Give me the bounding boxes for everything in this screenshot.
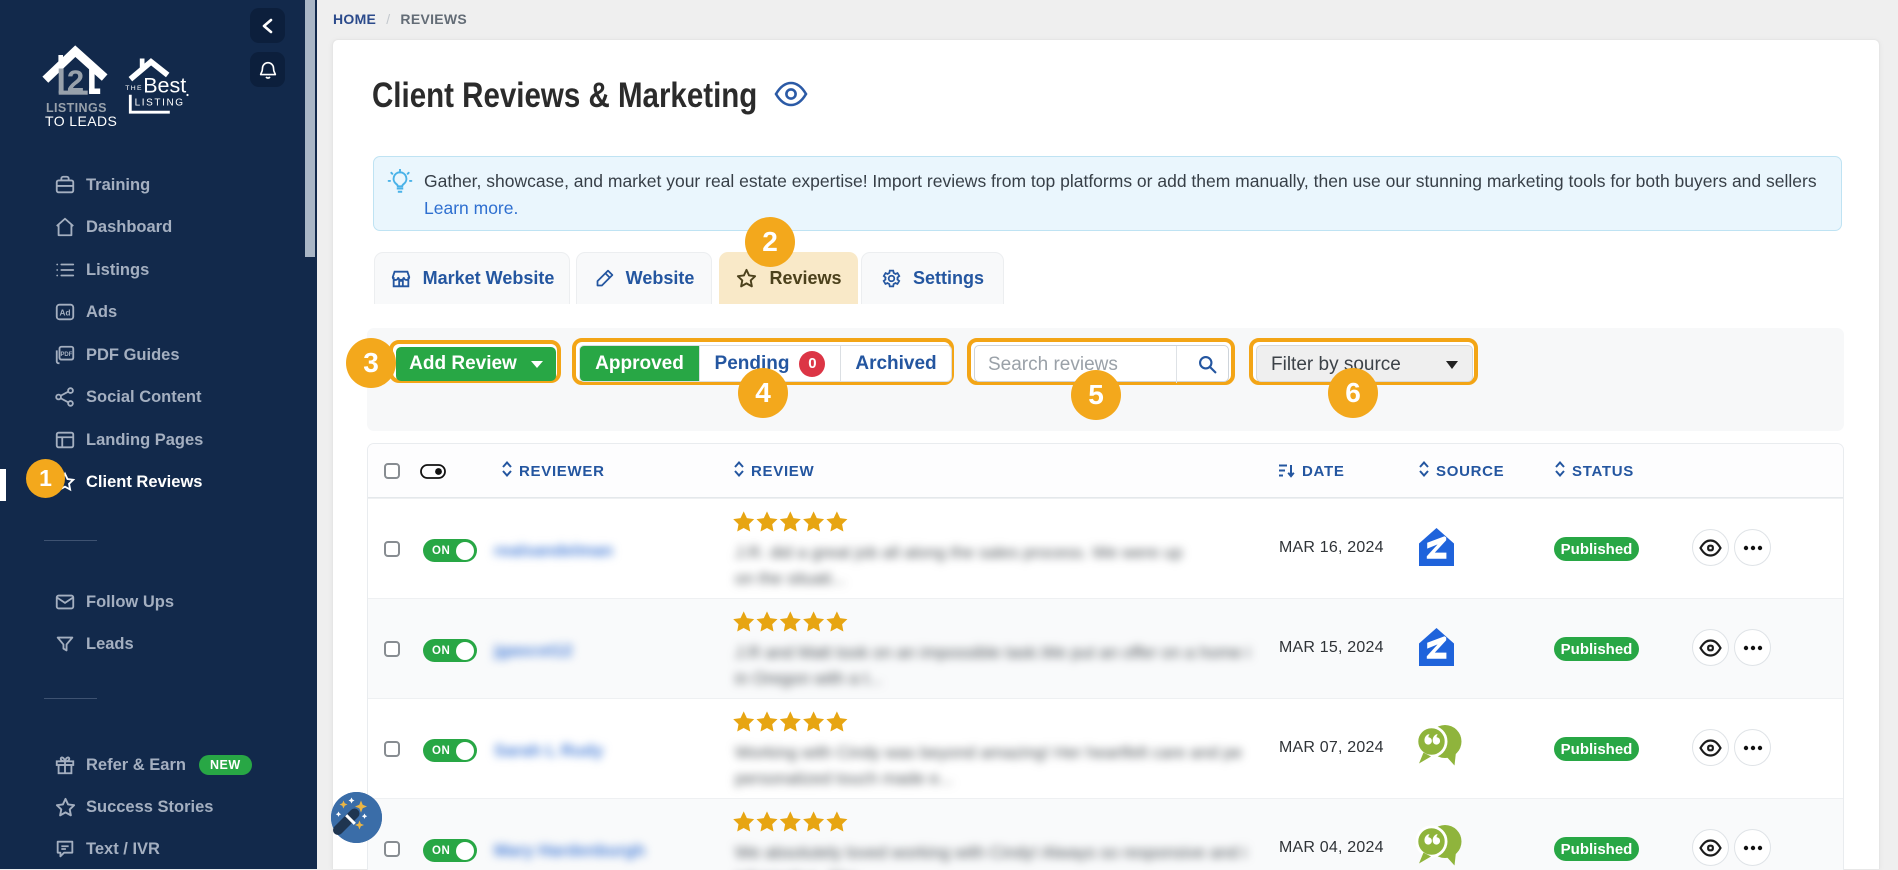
svg-text:Best: Best — [143, 74, 186, 98]
svg-text:2: 2 — [67, 64, 84, 99]
svg-text:LISTING: LISTING — [135, 98, 185, 109]
svg-text:TO LEADS: TO LEADS — [45, 113, 117, 129]
svg-text:Ad: Ad — [60, 309, 71, 318]
svg-text:PDF: PDF — [60, 352, 72, 358]
svg-text:THE: THE — [125, 85, 143, 92]
